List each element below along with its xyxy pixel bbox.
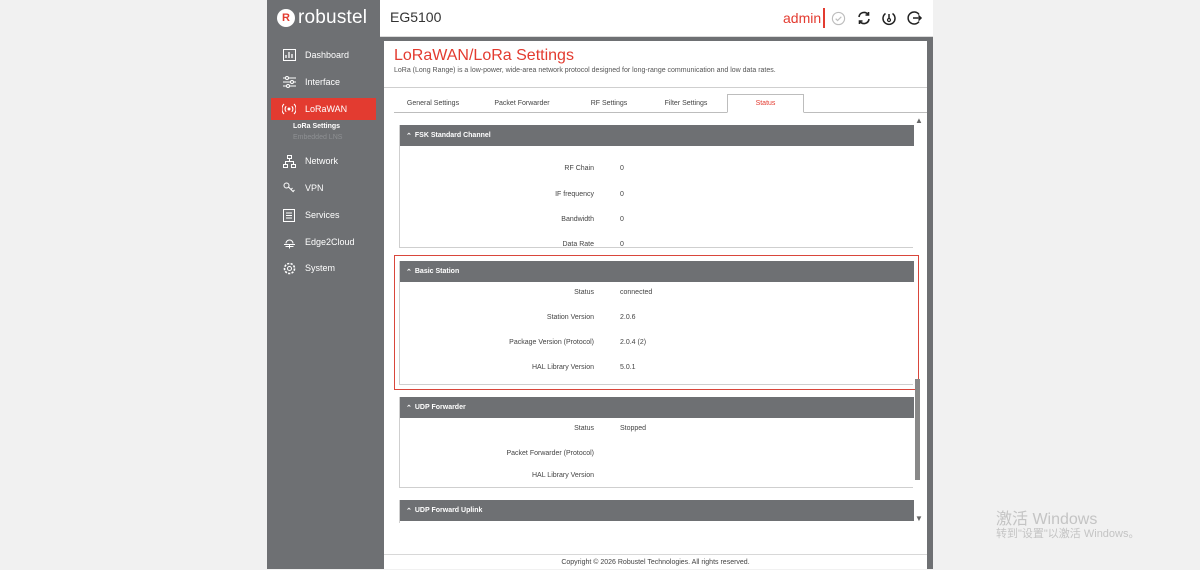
sidebar-item-label: Network: [305, 156, 339, 166]
vpn-icon: [282, 181, 296, 195]
refresh-icon[interactable]: [855, 9, 873, 27]
logo-text: robustel: [298, 7, 368, 28]
sidebar: Dashboard Interface LoRaWAN LoRa Setting…: [267, 36, 380, 569]
network-icon: [282, 154, 296, 168]
sidebar-item-interface[interactable]: Interface: [271, 71, 376, 93]
device-model: EG5100: [390, 9, 442, 25]
status-panel: ⌃ FSK Standard Channel RF Chain 0 IF freq…: [384, 113, 927, 523]
top-bar: R robustel EG5100 admin: [267, 0, 933, 37]
scroll-up-arrow-icon[interactable]: ▲: [915, 116, 923, 125]
footer-copyright: Copyright © 2026 Robustel Technologies. …: [384, 554, 927, 570]
sidebar-subitem-embedded-lns[interactable]: Embedded LNS: [293, 134, 342, 141]
field-value: 0: [620, 216, 624, 223]
tab-filter-settings[interactable]: Filter Settings: [646, 94, 726, 112]
os-activation-watermark-subtitle: 转到"设置"以激活 Windows。: [996, 528, 1140, 540]
antenna-icon: [282, 102, 296, 116]
chevron-up-icon: ⌃: [406, 404, 412, 412]
scroll-down-arrow-icon[interactable]: ▼: [915, 514, 923, 523]
services-icon: [282, 208, 296, 222]
udp-forwarder-section: ⌃ UDP Forwarder Status Stopped Packet For…: [399, 397, 914, 488]
sidebar-subitem-lora-settings[interactable]: LoRa Settings: [293, 123, 340, 130]
logo-mark-icon: R: [277, 9, 295, 27]
scrollbar-thumb[interactable]: [915, 379, 920, 480]
field-value: 0: [620, 241, 624, 248]
tab-status[interactable]: Status: [727, 94, 804, 113]
dashboard-icon: [282, 48, 296, 62]
page-description: LoRa (Long Range) is a low-power, wide-a…: [394, 67, 776, 74]
section-header[interactable]: ⌃ UDP Forward Uplink: [400, 500, 914, 521]
page-title: LoRaWAN/LoRa Settings: [394, 47, 574, 64]
sidebar-item-label: LoRaWAN: [305, 104, 348, 114]
sidebar-item-label: Dashboard: [305, 50, 350, 60]
section-title: FSK Standard Channel: [414, 132, 491, 139]
sidebar-item-lorawan[interactable]: LoRaWAN: [271, 98, 376, 120]
field-label: Packet Forwarder (Protocol): [506, 450, 594, 457]
brand-logo[interactable]: R robustel: [267, 0, 380, 36]
tab-bar: General Settings Packet Forwarder RF Set…: [394, 94, 927, 113]
sidebar-item-label: Edge2Cloud: [305, 237, 355, 247]
sidebar-item-dashboard[interactable]: Dashboard: [271, 44, 376, 66]
field-label: Data Rate: [562, 241, 594, 248]
sidebar-item-vpn[interactable]: VPN: [271, 177, 376, 199]
fsk-standard-channel-section: ⌃ FSK Standard Channel RF Chain 0 IF freq…: [399, 125, 914, 248]
section-title: UDP Forward Uplink: [414, 507, 483, 514]
tab-packet-forwarder[interactable]: Packet Forwarder: [482, 94, 562, 112]
field-label: IF frequency: [555, 191, 594, 198]
sidebar-item-label: Interface: [305, 77, 341, 87]
gear-icon: [282, 261, 296, 275]
sidebar-item-edge2cloud[interactable]: Edge2Cloud: [271, 231, 376, 253]
field-label: Status: [574, 425, 594, 432]
reboot-icon[interactable]: [880, 9, 898, 27]
check-circle-icon[interactable]: [829, 9, 847, 27]
section-header[interactable]: ⌃ FSK Standard Channel: [400, 125, 914, 146]
sliders-icon: [282, 75, 296, 89]
main-content: LoRaWAN/LoRa Settings LoRa (Long Range) …: [384, 41, 927, 569]
field-label: RF Chain: [564, 165, 594, 172]
logout-icon[interactable]: [906, 9, 924, 27]
sidebar-item-label: Services: [305, 210, 340, 220]
sidebar-item-label: VPN: [305, 183, 324, 193]
cloud-icon: [282, 235, 296, 249]
sidebar-item-network[interactable]: Network: [271, 150, 376, 172]
sidebar-item-label: System: [305, 263, 336, 273]
title-divider: [384, 87, 927, 88]
tab-rf-settings[interactable]: RF Settings: [569, 94, 649, 112]
field-label: Bandwidth: [561, 216, 594, 223]
section-title: UDP Forwarder: [414, 404, 466, 411]
udp-forward-uplink-section: ⌃ UDP Forward Uplink: [399, 500, 914, 523]
router-web-ui: R robustel EG5100 admin Dashboard Interf…: [267, 0, 933, 569]
sidebar-item-services[interactable]: Services: [271, 204, 376, 226]
chevron-up-icon: ⌃: [406, 507, 412, 515]
field-label: HAL Library Version: [532, 472, 594, 479]
user-divider: [823, 8, 825, 28]
user-name[interactable]: admin: [783, 10, 821, 26]
field-value: 0: [620, 165, 624, 172]
sidebar-item-system[interactable]: System: [271, 257, 376, 279]
field-value: Stopped: [620, 425, 647, 432]
highlight-box: [394, 255, 919, 390]
section-header[interactable]: ⌃ UDP Forwarder: [400, 397, 914, 418]
chevron-up-icon: ⌃: [406, 132, 412, 140]
tab-general-settings[interactable]: General Settings: [394, 94, 472, 112]
field-value: 0: [620, 191, 624, 198]
